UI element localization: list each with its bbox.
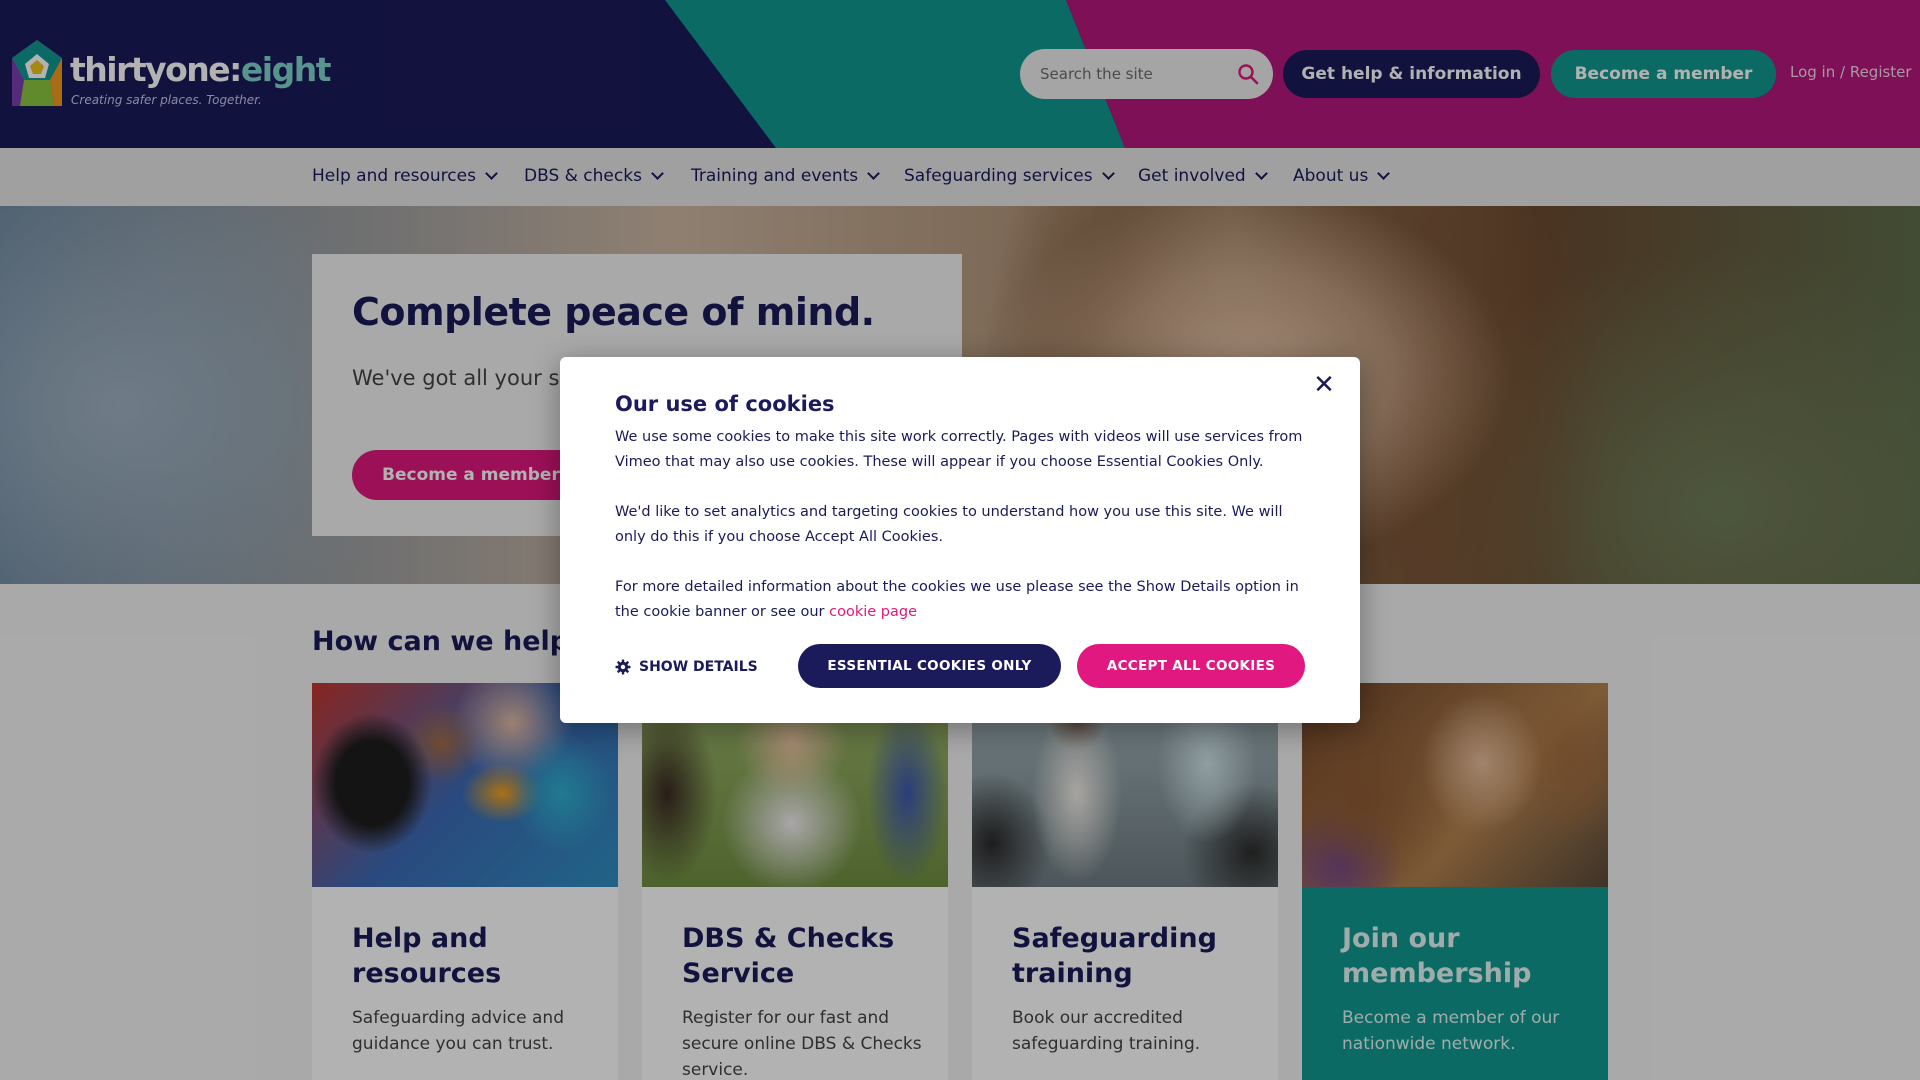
- cookie-page-link[interactable]: cookie page: [829, 604, 917, 620]
- cookie-paragraph: We'd like to set analytics and targeting…: [615, 504, 1283, 545]
- gear-icon: [615, 659, 631, 675]
- show-details-button[interactable]: SHOW DETAILS: [615, 657, 758, 677]
- accept-all-cookies-button[interactable]: ACCEPT ALL COOKIES: [1077, 644, 1305, 688]
- cookie-paragraph: We use some cookies to make this site wo…: [615, 429, 1303, 470]
- cookie-paragraph: For more detailed information about the …: [615, 575, 1315, 625]
- close-icon[interactable]: ✕: [1310, 371, 1338, 399]
- cookie-consent-dialog: ✕ Our use of cookies We use some cookies…: [560, 357, 1360, 723]
- cookie-dialog-title: Our use of cookies: [615, 392, 835, 416]
- show-details-label: SHOW DETAILS: [639, 659, 758, 675]
- cookie-paragraph-text: For more detailed information about the …: [615, 579, 1299, 620]
- essential-cookies-button[interactable]: ESSENTIAL COOKIES ONLY: [798, 644, 1061, 688]
